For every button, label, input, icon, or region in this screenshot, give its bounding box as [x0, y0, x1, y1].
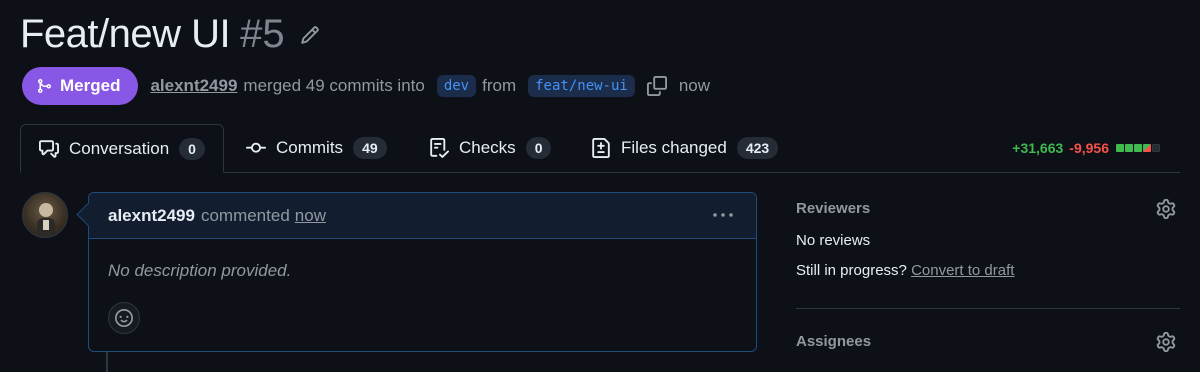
- author-link[interactable]: alexnt2499: [150, 76, 237, 96]
- progress-text: Still in progress?: [796, 262, 907, 279]
- kebab-menu-icon[interactable]: [712, 206, 734, 224]
- assignees-gear-icon[interactable]: [1156, 332, 1176, 352]
- tab-label: Files changed: [621, 138, 727, 157]
- diffstat-block-mixed: [1143, 144, 1151, 152]
- tab-checks[interactable]: Checks 0: [429, 124, 552, 172]
- reviewers-gear-icon[interactable]: [1156, 199, 1176, 219]
- comment-author[interactable]: alexnt2499: [108, 206, 195, 226]
- tab-counter: 0: [179, 137, 205, 160]
- diffstat-block-neutral: [1152, 144, 1160, 152]
- copy-icon[interactable]: [646, 76, 667, 96]
- timeline-line: [106, 352, 108, 372]
- tab-counter: 423: [736, 137, 779, 159]
- tab-label: Conversation: [69, 138, 170, 158]
- pr-title: Feat/new UI: [20, 12, 231, 56]
- pr-tabs: Conversation 0 Commits 49 Checks 0 Files…: [20, 124, 1180, 173]
- comment-discussion-icon: [39, 139, 59, 159]
- tab-counter: 0: [525, 137, 552, 159]
- comment-action: commented: [200, 205, 290, 225]
- pr-number: #5: [240, 12, 285, 56]
- diffstat-block-add: [1125, 144, 1133, 152]
- tab-label: Checks: [459, 138, 516, 157]
- emoji-reaction-button[interactable]: [108, 302, 140, 334]
- sidebar-divider: [796, 308, 1180, 309]
- base-branch[interactable]: dev: [436, 75, 477, 97]
- tab-commits[interactable]: Commits 49: [246, 124, 387, 172]
- deletions-count: -9,956: [1069, 140, 1109, 156]
- comment-box: alexnt2499 commented now No description …: [76, 192, 757, 352]
- comment-header: alexnt2499 commented now: [76, 193, 756, 239]
- tab-files-changed[interactable]: Files changed 423: [591, 124, 779, 172]
- commit-icon: [246, 138, 266, 158]
- checklist-icon: [429, 138, 449, 158]
- comment-body: No description provided.: [108, 261, 292, 280]
- tab-conversation[interactable]: Conversation 0: [20, 124, 224, 173]
- state-label: Merged: [60, 76, 121, 95]
- reviewers-value: No reviews: [796, 232, 871, 249]
- diffstat[interactable]: +31,663 -9,956: [1012, 140, 1160, 156]
- merged-text: merged 49 commits into: [243, 76, 425, 95]
- pencil-icon[interactable]: [299, 24, 321, 46]
- tab-label: Commits: [276, 138, 344, 157]
- file-diff-icon: [591, 138, 611, 158]
- merged-state-badge: Merged: [22, 67, 139, 105]
- additions-count: +31,663: [1012, 140, 1064, 156]
- diffstat-block-add: [1134, 144, 1142, 152]
- merge-time: now: [678, 76, 711, 95]
- reviewers-heading[interactable]: Reviewers: [796, 200, 870, 217]
- git-merge-icon: [38, 79, 52, 93]
- comment-pointer: [76, 202, 101, 227]
- convert-to-draft-link[interactable]: Convert to draft: [911, 262, 1014, 279]
- avatar[interactable]: [22, 192, 68, 238]
- comment-time[interactable]: now: [295, 206, 326, 226]
- assignees-heading[interactable]: Assignees: [796, 333, 871, 350]
- head-branch[interactable]: feat/new-ui: [528, 75, 635, 97]
- pr-meta: Merged alexnt2499 merged 49 commits into…: [22, 67, 716, 105]
- diffstat-block-add: [1116, 144, 1124, 152]
- smiley-icon: [115, 309, 133, 327]
- tab-counter: 49: [353, 137, 387, 159]
- pr-title-row: Feat/new UI #5: [20, 12, 321, 57]
- from-text: from: [482, 76, 517, 95]
- progress-line: Still in progress? Convert to draft: [796, 262, 1014, 279]
